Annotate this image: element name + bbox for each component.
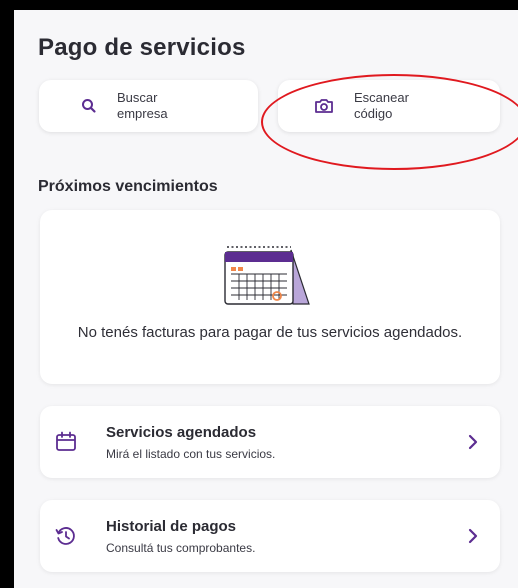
scan-code-button[interactable]: Escanear código	[278, 80, 500, 132]
history-icon	[54, 524, 78, 548]
search-company-button[interactable]: Buscar empresa	[39, 80, 258, 132]
chevron-right-icon	[466, 526, 480, 546]
payment-history-card[interactable]: Historial de pagos Consultá tus comproba…	[40, 500, 500, 572]
camera-icon	[312, 94, 336, 118]
calendar-icon	[54, 430, 78, 454]
chevron-right-icon	[466, 432, 480, 452]
upcoming-heading: Próximos vencimientos	[38, 178, 218, 195]
search-company-label: Buscar empresa	[117, 90, 168, 121]
payment-history-subtitle: Consultá tus comprobantes.	[106, 541, 256, 555]
page-title: Pago de servicios	[38, 34, 246, 61]
payment-history-title: Historial de pagos	[106, 518, 237, 535]
empty-message: No tenés facturas para pagar de tus serv…	[77, 324, 463, 341]
app-screen: Pago de servicios Buscar empresa Escanea…	[14, 10, 518, 588]
scheduled-services-title: Servicios agendados	[106, 424, 257, 441]
scan-code-label: Escanear código	[354, 90, 409, 121]
scheduled-services-subtitle: Mirá el listado con tus servicios.	[106, 447, 276, 461]
search-icon	[77, 94, 101, 118]
calendar-illustration	[221, 244, 321, 313]
upcoming-empty-card: No tenés facturas para pagar de tus serv…	[40, 210, 500, 384]
scheduled-services-card[interactable]: Servicios agendados Mirá el listado con …	[40, 406, 500, 478]
